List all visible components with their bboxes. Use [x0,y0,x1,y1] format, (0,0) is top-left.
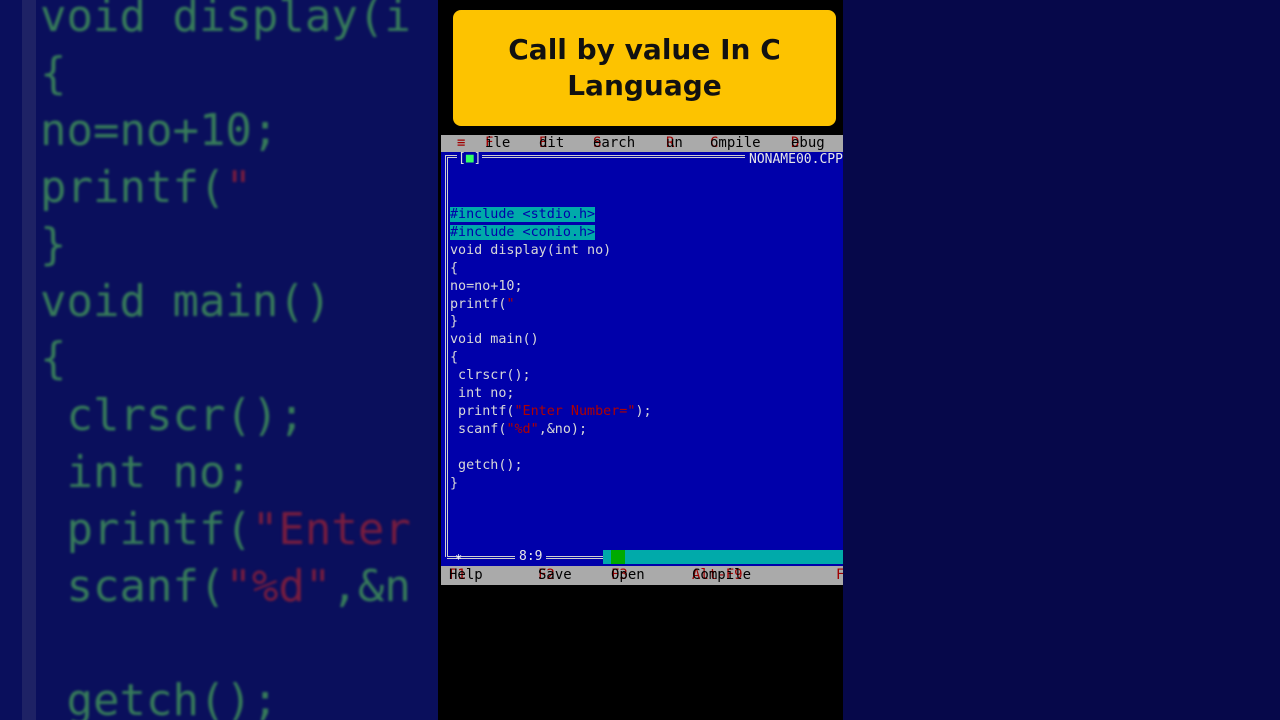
menu-bar: ≡ File Edit Search Run Compile Debug [441,135,843,152]
horizontal-scrollbar[interactable] [603,550,843,564]
code-line: getch(); [450,457,523,473]
code-line: } [450,475,459,491]
window-close-button[interactable]: [■] [457,152,483,166]
system-menu-icon[interactable]: ≡ [457,135,465,152]
code-line: { [450,350,459,366]
background-frame-edge [22,0,36,720]
code-line: no=no+10; [450,278,523,294]
code-line: printf(" [450,296,515,312]
code-line: #include <conio.h> [450,224,596,240]
modified-marker: * [455,552,463,566]
code-line: printf("Enter Number="); [450,403,652,419]
background-zoom-right [843,0,1280,720]
code-line: scanf("%d",&no); [450,421,588,437]
function-key-bar: F1 Help F2 Save F3 Open Alt-F9 Compile F [441,566,843,585]
video-title: Call by value In C Language [508,33,781,102]
code-line: { [450,260,459,276]
code-line: int no; [450,386,515,402]
code-line: #include <stdio.h> [450,207,596,222]
scrollbar-thumb[interactable] [611,550,625,564]
code-line: } [450,314,459,330]
code-editor[interactable]: #include <stdio.h> #include <conio.h> vo… [450,206,652,493]
editor-status-line: * 8:9 [441,548,843,566]
cursor-position: 8:9 [515,548,547,565]
code-line: void display(int no) [450,242,612,258]
editor-filename: NONAME00.CPP [745,153,843,167]
code-line: void main() [450,332,539,348]
code-line: clrscr(); [450,368,531,384]
video-title-card: Call by value In C Language [453,10,836,126]
turbo-c-ide: ≡ File Edit Search Run Compile Debug [■]… [441,135,843,585]
background-code: void display(i { no=no+10; printf(" } vo… [40,0,411,720]
background-zoom-left: void display(i { no=no+10; printf(" } vo… [0,0,438,720]
